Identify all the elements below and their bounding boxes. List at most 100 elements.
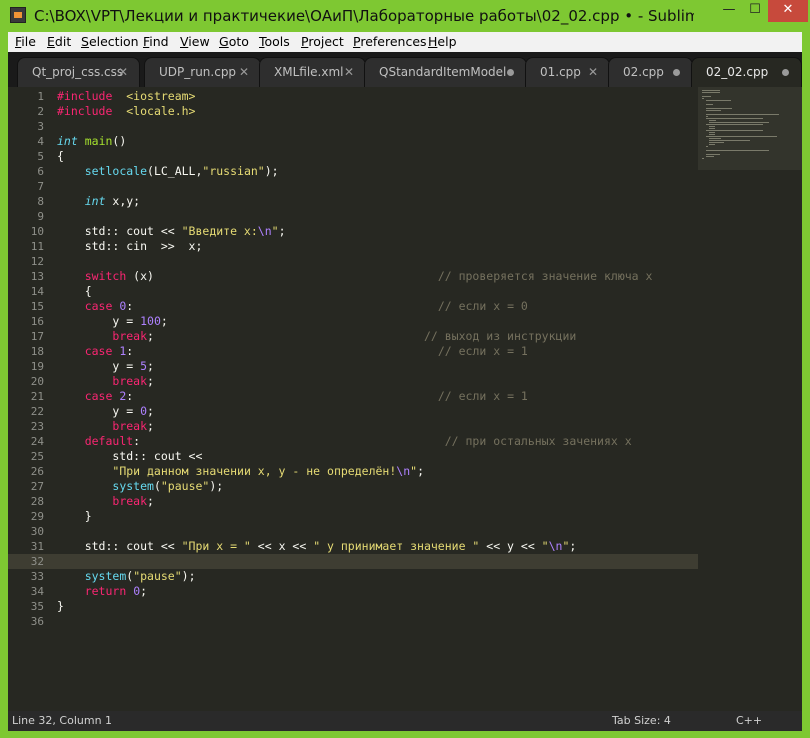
code-token: // выход из инструкции — [423, 329, 577, 343]
minimap[interactable] — [698, 87, 802, 170]
code-line[interactable]: std:: cout << "Введите x:\n"; — [57, 224, 286, 239]
code-line[interactable]: y = 5; — [57, 359, 154, 374]
code-token: int — [57, 134, 78, 148]
close-tab-icon[interactable]: ✕ — [344, 58, 354, 87]
close-tab-icon[interactable]: ✕ — [239, 58, 249, 87]
unsaved-dot-icon[interactable] — [782, 69, 789, 76]
code-token: << x << — [250, 539, 314, 553]
menu-preferences[interactable]: Preferences — [353, 34, 427, 49]
menu-selection[interactable]: Selection — [81, 34, 139, 49]
code-line[interactable]: default: // при остальных зачениях x — [57, 434, 632, 449]
code-line[interactable]: { — [57, 284, 92, 299]
code-token: "Введите x: — [181, 224, 258, 238]
code-line[interactable]: case 1: // если x = 1 — [57, 344, 528, 359]
menu-view[interactable]: View — [180, 34, 210, 49]
menu-find[interactable]: Find — [143, 34, 169, 49]
tab-label: 02_02.cpp — [706, 65, 769, 79]
code-token: 0 — [140, 404, 148, 418]
code-line[interactable]: "При данном значении x, y - не определён… — [57, 464, 424, 479]
minimap-line — [705, 114, 780, 115]
code-token: ; — [278, 224, 286, 238]
tab-01-cpp[interactable]: 01.cpp ✕ — [525, 57, 610, 87]
code-line[interactable]: system("pause"); — [57, 479, 223, 494]
code-token: "При x = " — [181, 539, 251, 553]
code-line[interactable]: case 0: // если x = 0 — [57, 299, 528, 314]
unsaved-dot-icon[interactable] — [673, 69, 680, 76]
menu-project[interactable]: Project — [301, 34, 344, 49]
menu-help[interactable]: Help — [428, 34, 457, 49]
line-number: 14 — [30, 285, 44, 298]
tab-size-indicator[interactable]: Tab Size: 4 — [612, 714, 671, 727]
code-line[interactable]: break; — [57, 374, 154, 389]
minimap-line — [705, 118, 764, 119]
menu-edit[interactable]: Edit — [47, 34, 71, 49]
code-token: y = — [57, 314, 141, 328]
code-line[interactable]: case 2: // если x = 1 — [57, 389, 528, 404]
code-line[interactable]: } — [57, 599, 64, 614]
code-line[interactable]: switch (x) // проверяется значение ключа… — [57, 269, 653, 284]
code-line[interactable]: int main() — [57, 134, 126, 149]
code-token: " — [271, 224, 279, 238]
line-number: 7 — [37, 180, 44, 193]
sublime-app-icon[interactable] — [10, 7, 26, 23]
minimap-line — [705, 108, 732, 109]
tab-qt-proj-css[interactable]: Qt_proj_css.css ✕ — [17, 57, 140, 87]
tab-xmlfile[interactable]: XMLfile.xml ✕ — [259, 57, 366, 87]
code-line[interactable]: } — [57, 509, 92, 524]
code-token: "pause" — [160, 479, 210, 493]
status-bar: Line 32, Column 1 Tab Size: 4 C++ — [8, 711, 802, 731]
code-token: ; — [147, 359, 154, 373]
line-number: 17 — [30, 330, 44, 343]
code-line[interactable]: std:: cout << "При x = " << x << " y при… — [57, 539, 577, 554]
tab-label: 02.cpp — [623, 65, 664, 79]
minimap-line — [705, 124, 764, 125]
code-token: break — [112, 419, 148, 433]
tab-02-02-cpp[interactable]: 02_02.cpp — [691, 57, 802, 87]
syntax-indicator[interactable]: C++ — [736, 714, 762, 727]
tab-label: 01.cpp — [540, 65, 581, 79]
menu-goto[interactable]: Goto — [219, 34, 249, 49]
code-token: "pause" — [133, 569, 182, 583]
code-line[interactable]: break; // выход из инструкции — [57, 329, 576, 344]
code-token: { — [57, 284, 92, 298]
code-line[interactable]: y = 100; — [57, 314, 167, 329]
code-token: } — [57, 509, 92, 523]
close-icon[interactable]: ✕ — [768, 0, 808, 22]
minimap-line — [705, 116, 708, 117]
code-editor[interactable]: 1 2 3 4 5 6 7 8 9 10 11 12 13 14 15 16 17 18 19 20 21 22 23 24 2… — [8, 87, 802, 711]
code-line[interactable]: { — [57, 149, 64, 164]
tab-02-cpp[interactable]: 02.cpp — [608, 57, 693, 87]
code-line[interactable]: return 0; — [57, 584, 147, 599]
tab-udp-run[interactable]: UDP_run.cpp ✕ — [144, 57, 261, 87]
code-line[interactable]: break; — [57, 494, 154, 509]
line-number: 8 — [37, 195, 44, 208]
code-line[interactable]: setlocale(LC_ALL,"russian"); — [57, 164, 279, 179]
code-token: ; — [569, 539, 577, 553]
minimize-icon[interactable]: — — [716, 0, 742, 22]
code-line[interactable]: y = 0; — [57, 404, 154, 419]
menu-file[interactable]: File — [15, 34, 36, 49]
code-line[interactable]: std:: cin >> x; — [57, 239, 203, 254]
tab-qstandarditemmodel[interactable]: QStandardItemModel — [364, 57, 527, 87]
code-line[interactable]: std:: cout << — [57, 449, 202, 464]
code-token: return — [84, 584, 127, 598]
code-line[interactable]: system("pause"); — [57, 569, 196, 584]
code-token: // при остальных зачениях x — [444, 434, 632, 448]
close-tab-icon[interactable]: ✕ — [588, 58, 598, 87]
menu-tools[interactable]: Tools — [259, 34, 290, 49]
line-number: 23 — [30, 420, 44, 433]
code-line[interactable]: int x,y; — [57, 194, 140, 209]
code-line[interactable]: #include <iostream> — [57, 89, 196, 104]
code-line[interactable]: break; — [57, 419, 154, 434]
code-token: \n — [548, 539, 563, 553]
close-tab-icon[interactable]: ✕ — [118, 58, 128, 87]
maximize-icon[interactable]: ☐ — [742, 0, 768, 22]
code-line[interactable]: #include <locale.h> — [57, 104, 196, 119]
line-number: 29 — [30, 510, 44, 523]
unsaved-dot-icon[interactable] — [507, 69, 514, 76]
